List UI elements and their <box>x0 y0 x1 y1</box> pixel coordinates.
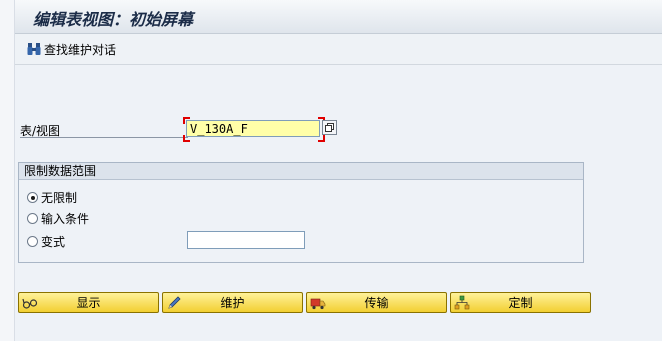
value-help-button[interactable] <box>322 120 337 135</box>
binoculars-icon <box>27 43 41 55</box>
value-help-icon <box>325 123 334 132</box>
transport-button[interactable]: 传输 <box>306 292 447 313</box>
radio-label: 无限制 <box>41 191 78 205</box>
required-marker <box>318 135 325 142</box>
maintain-button[interactable]: 维护 <box>162 292 303 313</box>
required-marker <box>183 135 190 142</box>
radio-button[interactable] <box>27 213 38 224</box>
table-view-label: 表/视图 <box>20 122 188 138</box>
table-view-input[interactable] <box>186 120 320 137</box>
radio-label: 变式 <box>41 235 66 249</box>
radio-variant[interactable]: 变式 <box>27 233 65 250</box>
customizing-button-label: 定制 <box>508 296 533 310</box>
title-bar: 编辑表视图：初始屏幕 <box>15 0 662 34</box>
glasses-icon <box>22 298 38 309</box>
find-maintenance-dialog-label: 查找维护对话 <box>44 42 117 57</box>
left-frame <box>0 0 15 341</box>
application-toolbar: 查找维护对话 <box>15 34 662 65</box>
radio-no-restriction[interactable]: 无限制 <box>27 189 77 206</box>
radio-enter-conditions[interactable]: 输入条件 <box>27 210 89 227</box>
variant-input[interactable] <box>187 231 305 249</box>
radio-label: 输入条件 <box>41 212 90 226</box>
restrict-data-range-group: 限制数据范围 无限制 输入条件 变式 <box>18 162 584 263</box>
page-title: 编辑表视图：初始屏幕 <box>33 10 194 29</box>
required-marker <box>183 117 190 124</box>
transport-button-label: 传输 <box>364 296 389 310</box>
radio-button[interactable] <box>27 236 38 247</box>
radio-button[interactable] <box>27 192 38 203</box>
maintain-button-label: 维护 <box>220 296 245 310</box>
display-button-label: 显示 <box>76 296 101 310</box>
display-button[interactable]: 显示 <box>18 292 159 313</box>
pencil-icon <box>168 296 181 309</box>
find-maintenance-dialog-button[interactable]: 查找维护对话 <box>27 40 116 58</box>
truck-icon <box>310 298 326 310</box>
customizing-button[interactable]: 定制 <box>450 292 591 313</box>
main-area: 表/视图 限制数据范围 无限制 输入条件 变式 <box>15 65 662 341</box>
group-title: 限制数据范围 <box>19 163 583 180</box>
hierarchy-icon <box>454 295 470 310</box>
